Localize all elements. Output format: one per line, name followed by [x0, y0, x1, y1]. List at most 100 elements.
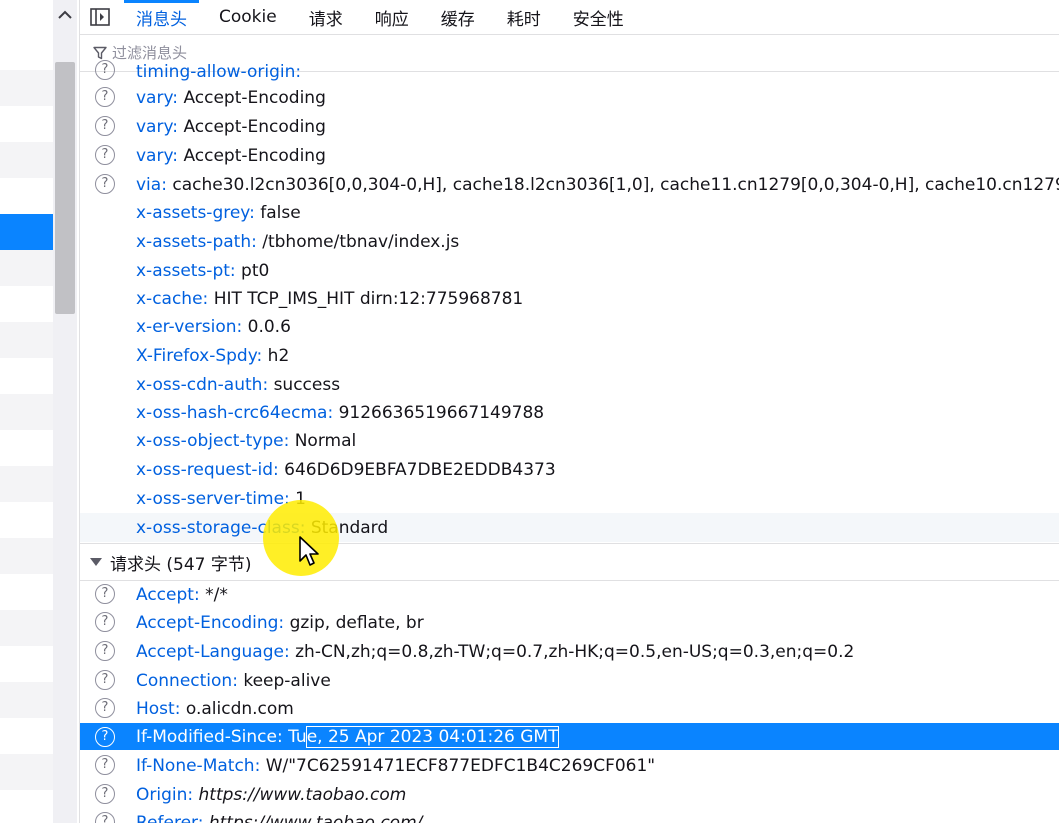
- request-row[interactable]: [0, 394, 53, 430]
- header-name: If-None-Match: [136, 755, 255, 776]
- request-row[interactable]: [0, 70, 53, 106]
- header-row[interactable]: x-assets-path: /tbhome/tbnav/index.js: [80, 227, 1059, 256]
- header-row[interactable]: x-oss-cdn-auth: success: [80, 370, 1059, 399]
- header-row[interactable]: ? If-None-Match: W/"7C62591471ECF877EDFC…: [80, 751, 1059, 780]
- header-row[interactable]: X-Firefox-Spdy: h2: [80, 341, 1059, 370]
- header-row[interactable]: ? vary: Accept-Encoding: [80, 112, 1059, 141]
- header-row-hovered[interactable]: x-oss-storage-class: Standard: [80, 513, 1059, 542]
- request-row[interactable]: [0, 430, 53, 466]
- request-row[interactable]: [0, 358, 53, 394]
- request-row[interactable]: [0, 106, 53, 142]
- help-icon[interactable]: ?: [95, 670, 115, 690]
- header-value: success: [273, 374, 341, 395]
- details-tabbar: 消息头 Cookie 请求 响应 缓存 耗时 安全性: [80, 0, 1059, 35]
- tab-cookies[interactable]: Cookie: [203, 0, 293, 34]
- header-row-selected[interactable]: ? If-Modified-Since: Tue, 25 Apr 2023 04…: [80, 723, 1059, 750]
- help-icon[interactable]: ?: [95, 87, 115, 107]
- header-name: x-oss-hash-crc64ecma: [136, 402, 328, 423]
- request-row[interactable]: [0, 142, 53, 178]
- header-name: Accept-Encoding: [136, 612, 279, 633]
- tab-security[interactable]: 安全性: [557, 0, 640, 34]
- header-value: https://www.taobao.com: [198, 784, 407, 805]
- request-row[interactable]: [0, 646, 53, 682]
- header-name: vary: [136, 116, 173, 137]
- header-value: h2: [267, 345, 290, 366]
- request-row[interactable]: [0, 34, 53, 70]
- toggle-sidebar-button[interactable]: [80, 0, 120, 34]
- header-name: X-Firefox-Spdy: [136, 345, 257, 366]
- help-icon[interactable]: ?: [95, 174, 115, 194]
- header-row[interactable]: ? Origin: https://www.taobao.com: [80, 780, 1059, 809]
- request-row[interactable]: [0, 502, 53, 538]
- tab-request[interactable]: 请求: [293, 0, 359, 34]
- header-row[interactable]: x-cache: HIT TCP_IMS_HIT dirn:12:7759687…: [80, 284, 1059, 313]
- header-name: timing-allow-origin: [136, 62, 296, 82]
- header-value: https://www.taobao.com/: [208, 812, 423, 823]
- request-row-selected[interactable]: [0, 214, 53, 250]
- header-name: x-er-version: [136, 316, 237, 337]
- section-title: 请求头 (547 字节): [110, 554, 252, 575]
- sidebar-toggle-icon: [90, 8, 110, 26]
- header-row[interactable]: ? via: cache30.l2cn3036[0,0,304-0,H], ca…: [80, 170, 1059, 199]
- header-row[interactable]: x-assets-pt: pt0: [80, 256, 1059, 285]
- request-row[interactable]: [0, 178, 53, 214]
- header-row[interactable]: x-er-version: 0.0.6: [80, 312, 1059, 341]
- header-row[interactable]: ? Host: o.alicdn.com: [80, 694, 1059, 723]
- request-row[interactable]: [0, 610, 53, 646]
- header-name: x-cache: [136, 288, 203, 309]
- header-value: zh-CN,zh;q=0.8,zh-TW;q=0.7,zh-HK;q=0.5,e…: [295, 641, 855, 662]
- header-row[interactable]: ? Accept-Encoding: gzip, deflate, br: [80, 608, 1059, 637]
- help-icon[interactable]: ?: [95, 698, 115, 718]
- header-row[interactable]: x-oss-hash-crc64ecma: 912663651966714978…: [80, 398, 1059, 427]
- request-row[interactable]: [0, 682, 53, 718]
- help-icon[interactable]: ?: [95, 584, 115, 604]
- request-row[interactable]: [0, 466, 53, 502]
- header-row[interactable]: x-assets-grey: false: [80, 198, 1059, 227]
- header-row[interactable]: ? Accept: */*: [80, 580, 1059, 609]
- header-row[interactable]: ? Connection: keep-alive: [80, 666, 1059, 695]
- header-row[interactable]: x-oss-object-type: Normal: [80, 426, 1059, 455]
- header-name: Connection: [136, 670, 233, 691]
- header-value: keep-alive: [243, 670, 331, 691]
- header-row[interactable]: ? vary: Accept-Encoding: [80, 83, 1059, 112]
- header-value: 0.0.6: [247, 316, 291, 337]
- request-row[interactable]: [0, 250, 53, 286]
- help-icon[interactable]: ?: [95, 612, 115, 632]
- header-row[interactable]: ? timing-allow-origin:: [80, 56, 1059, 85]
- header-name: via: [136, 174, 162, 195]
- help-icon[interactable]: ?: [95, 116, 115, 136]
- request-headers-section[interactable]: 请求头 (547 字节): [80, 543, 1059, 581]
- tab-headers[interactable]: 消息头: [120, 0, 203, 34]
- help-icon[interactable]: ?: [95, 755, 115, 775]
- tab-cache[interactable]: 缓存: [425, 0, 491, 34]
- scroll-up-button[interactable]: [53, 0, 77, 30]
- request-row[interactable]: [0, 754, 53, 790]
- header-value: Standard: [310, 517, 389, 538]
- header-name: Accept: [136, 584, 194, 605]
- request-row[interactable]: [0, 790, 53, 823]
- request-row[interactable]: [0, 574, 53, 610]
- help-icon[interactable]: ?: [95, 812, 115, 823]
- header-row[interactable]: ? vary: Accept-Encoding: [80, 141, 1059, 170]
- tab-timings[interactable]: 耗时: [491, 0, 557, 34]
- request-row[interactable]: [0, 286, 53, 322]
- header-value: pt0: [241, 260, 270, 281]
- help-icon[interactable]: ?: [95, 641, 115, 661]
- scrollbar-thumb[interactable]: [55, 62, 75, 314]
- request-row[interactable]: [0, 322, 53, 358]
- request-row[interactable]: [0, 538, 53, 574]
- tab-response[interactable]: 响应: [359, 0, 425, 34]
- request-list: [0, 0, 80, 823]
- header-row[interactable]: x-oss-server-time: 1: [80, 484, 1059, 513]
- header-row[interactable]: ? Accept-Language: zh-CN,zh;q=0.8,zh-TW;…: [80, 637, 1059, 666]
- expand-triangle-icon[interactable]: [90, 558, 102, 566]
- header-name: x-oss-cdn-auth: [136, 374, 263, 395]
- header-value: 1: [295, 488, 306, 509]
- header-row[interactable]: x-oss-request-id: 646D6D9EBFA7DBE2EDDB43…: [80, 455, 1059, 484]
- help-icon[interactable]: ?: [95, 727, 115, 747]
- header-row[interactable]: ? Referer: https://www.taobao.com/: [80, 808, 1059, 823]
- help-icon[interactable]: ?: [95, 145, 115, 165]
- request-row[interactable]: [0, 718, 53, 754]
- help-icon[interactable]: ?: [95, 784, 115, 804]
- help-icon[interactable]: ?: [95, 60, 115, 80]
